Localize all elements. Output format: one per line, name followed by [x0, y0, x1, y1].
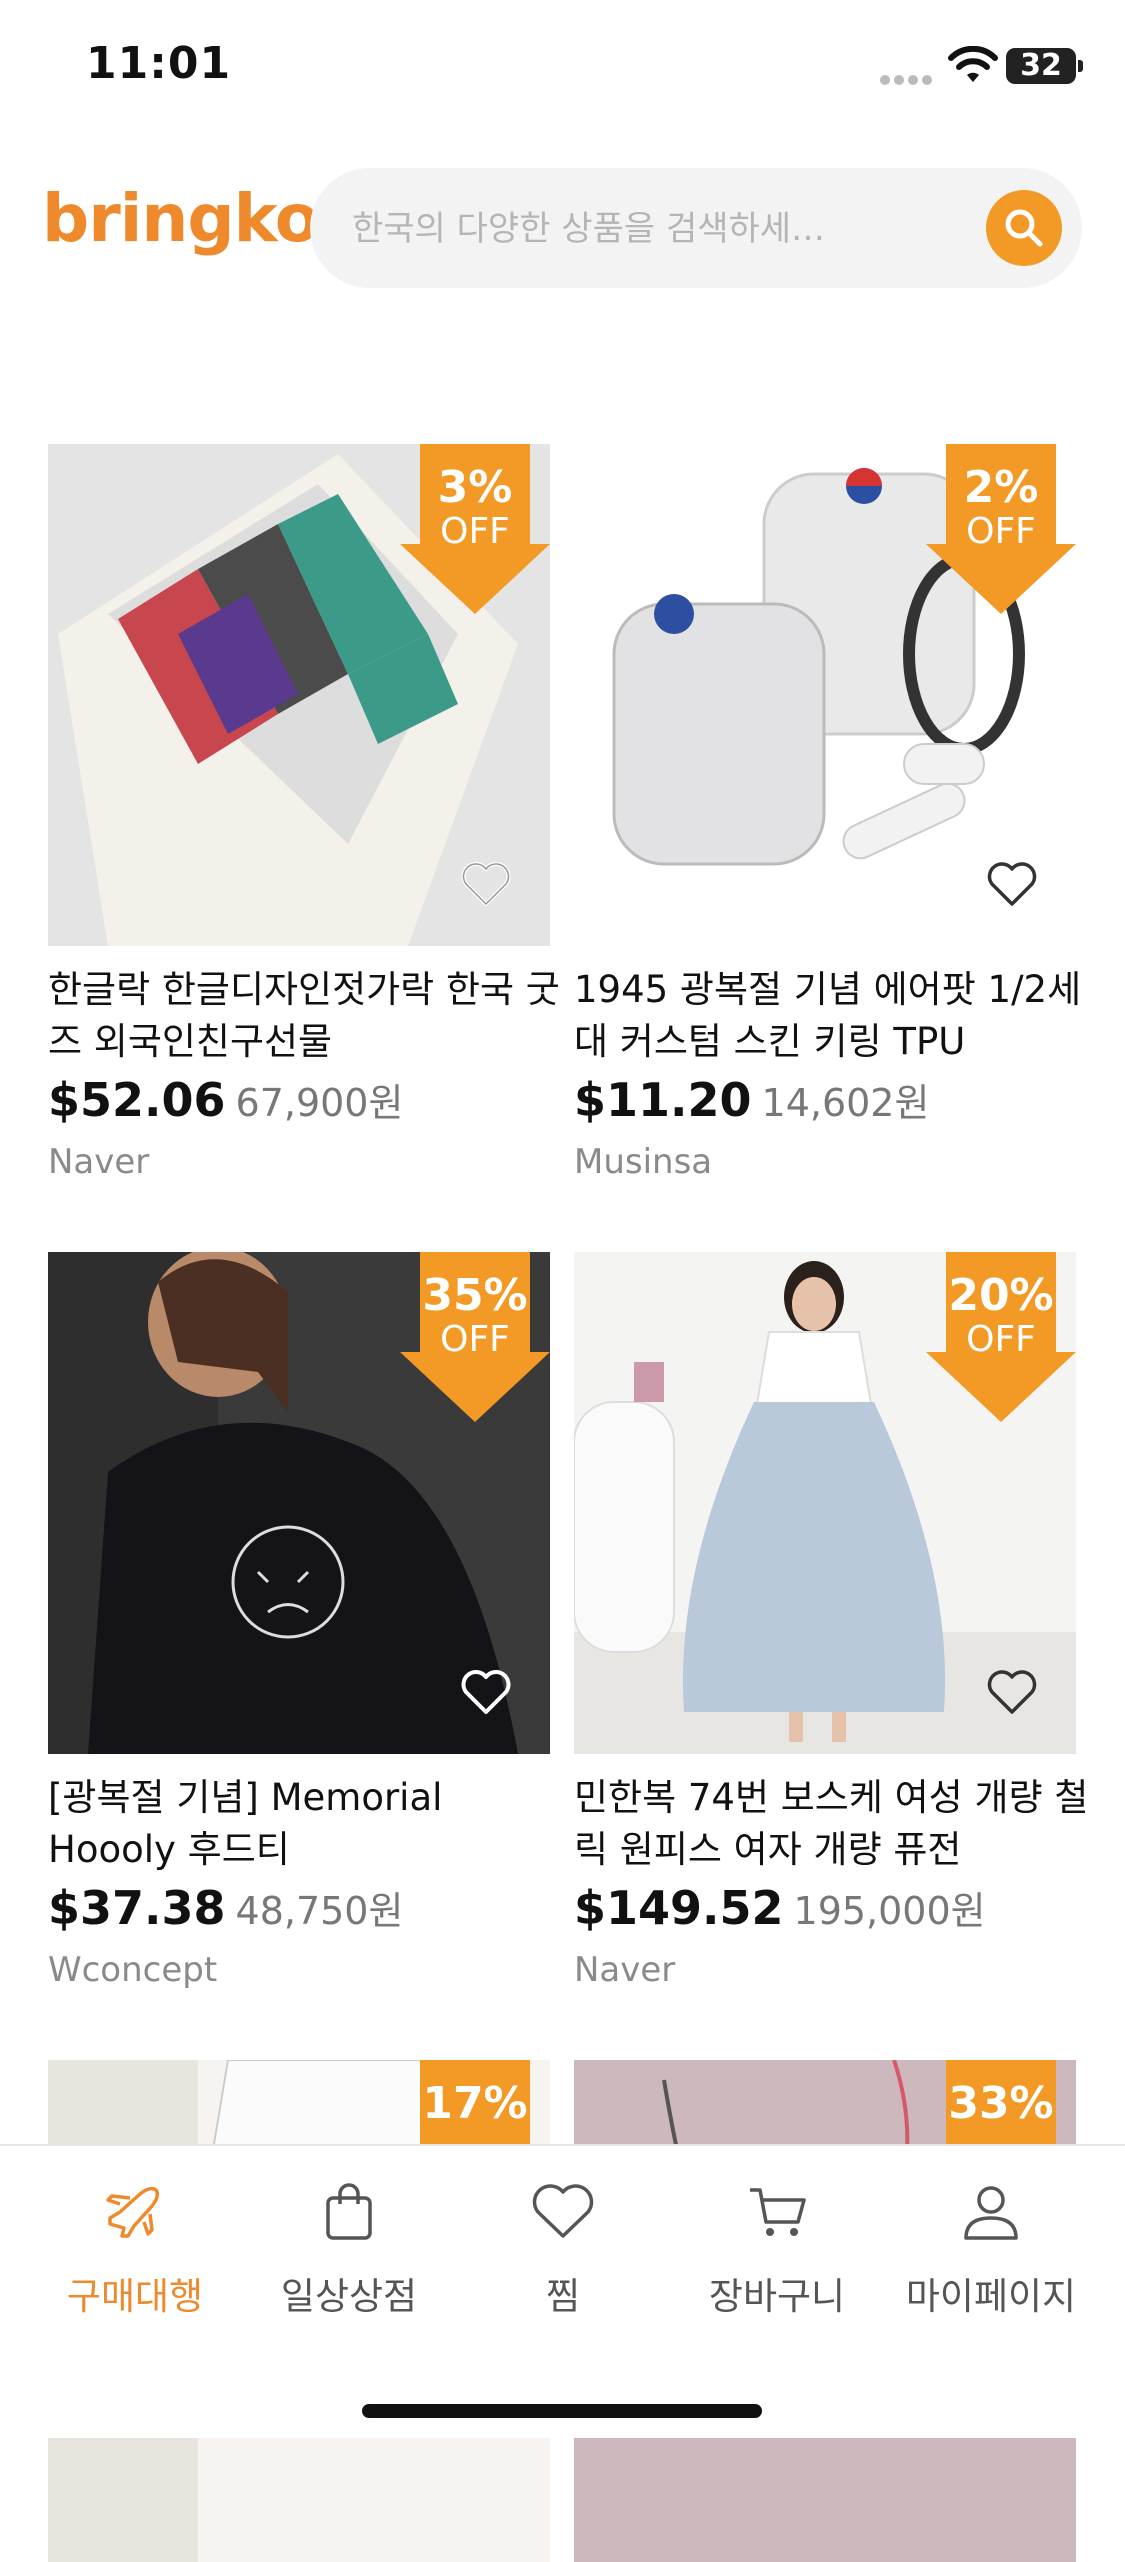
product-source: Naver: [574, 1950, 676, 1990]
search-icon: [1005, 209, 1043, 247]
discount-percent: 2%: [963, 462, 1039, 513]
discount-percent: 33%: [948, 2078, 1054, 2129]
product-source: Musinsa: [574, 1142, 713, 1182]
product-source: Naver: [48, 1142, 150, 1182]
discount-badge: 20% OFF: [926, 1252, 1076, 1422]
price-usd: $52.06: [48, 1073, 226, 1127]
discount-badge: 35% OFF: [400, 1252, 550, 1422]
product-source: Wconcept: [48, 1950, 218, 1990]
tab-cart[interactable]: 장바구니: [672, 2176, 882, 2320]
product-title[interactable]: 1945 광복절 기념 에어팟 1/2세대 커스텀 스킨 키링 TPU: [574, 964, 1094, 1068]
wishlist-heart-icon[interactable]: [986, 1668, 1038, 1716]
user-icon: [964, 2186, 1018, 2240]
search-input[interactable]: [350, 198, 954, 260]
battery-icon: 32: [1006, 48, 1076, 84]
price-krw: 67,900원: [235, 1081, 404, 1125]
tab-purchase-agent[interactable]: 구매대행: [30, 2176, 240, 2320]
price-usd: $11.20: [574, 1073, 752, 1127]
tab-label: 일상상점: [280, 2275, 418, 2318]
discount-off: OFF: [440, 511, 510, 552]
product-image[interactable]: 3% OFF: [48, 444, 550, 946]
tab-label: 구매대행: [66, 2275, 204, 2318]
price-usd: $149.52: [574, 1881, 784, 1935]
wishlist-heart-icon[interactable]: [460, 860, 512, 908]
product-title[interactable]: 한글락 한글디자인젓가락 한국 굿즈 외국인친구선물: [48, 964, 568, 1068]
heart-icon: [532, 2184, 594, 2238]
price-row: $11.20 14,602원: [574, 1072, 929, 1127]
price-krw: 14,602원: [761, 1081, 930, 1125]
search-button[interactable]: [986, 190, 1062, 266]
search-bar[interactable]: [310, 168, 1082, 288]
discount-off: OFF: [966, 511, 1036, 552]
airplane-icon: [106, 2186, 160, 2238]
discount-percent: 17%: [422, 2078, 528, 2129]
price-krw: 195,000원: [793, 1889, 986, 1933]
price-usd: $37.38: [48, 1881, 226, 1935]
tab-my-page[interactable]: 마이페이지: [886, 2176, 1096, 2320]
product-image[interactable]: 20% OFF: [574, 1252, 1076, 1754]
wishlist-heart-icon[interactable]: [986, 860, 1038, 908]
wifi-icon: [948, 46, 998, 82]
bottom-tab-bar: 구매대행 일상상점 찜 장바구니 마이페이지: [0, 2144, 1125, 2438]
price-row: $52.06 67,900원: [48, 1072, 403, 1127]
wishlist-heart-icon[interactable]: [460, 1668, 512, 1716]
header: bringko: [0, 160, 1125, 300]
status-bar: 11:01 32: [0, 0, 1125, 140]
product-title[interactable]: 민한복 74번 보스케 여성 개량 철릭 원피스 여자 개량 퓨전: [574, 1772, 1094, 1876]
discount-off: OFF: [440, 1319, 510, 1360]
product-title[interactable]: [광복절 기념] Memorial Hoooly 후드티: [48, 1772, 568, 1876]
status-time: 11:01: [86, 38, 232, 89]
tab-wishlist[interactable]: 찜: [458, 2176, 668, 2320]
price-row: $37.38 48,750원: [48, 1880, 403, 1935]
discount-badge: 2% OFF: [926, 444, 1076, 614]
discount-percent: 35%: [422, 1270, 528, 1321]
tab-label: 찜: [545, 2275, 581, 2318]
tab-label: 장바구니: [708, 2275, 846, 2318]
battery-tip: [1078, 60, 1083, 72]
signal-icon: [880, 70, 936, 89]
app-logo[interactable]: bringko: [42, 180, 320, 257]
discount-percent: 20%: [948, 1270, 1054, 1321]
discount-off: OFF: [966, 1319, 1036, 1360]
tab-daily-store[interactable]: 일상상점: [244, 2176, 454, 2320]
price-krw: 48,750원: [235, 1889, 404, 1933]
cart-icon: [750, 2188, 806, 2236]
home-indicator[interactable]: [362, 2404, 762, 2418]
discount-badge: 3% OFF: [400, 444, 550, 614]
product-image[interactable]: 2% OFF: [574, 444, 1076, 946]
price-row: $149.52 195,000원: [574, 1880, 986, 1935]
shopping-bag-icon: [326, 2183, 372, 2240]
discount-percent: 3%: [437, 462, 513, 513]
tab-label: 마이페이지: [905, 2275, 1077, 2318]
product-image[interactable]: 35% OFF: [48, 1252, 550, 1754]
